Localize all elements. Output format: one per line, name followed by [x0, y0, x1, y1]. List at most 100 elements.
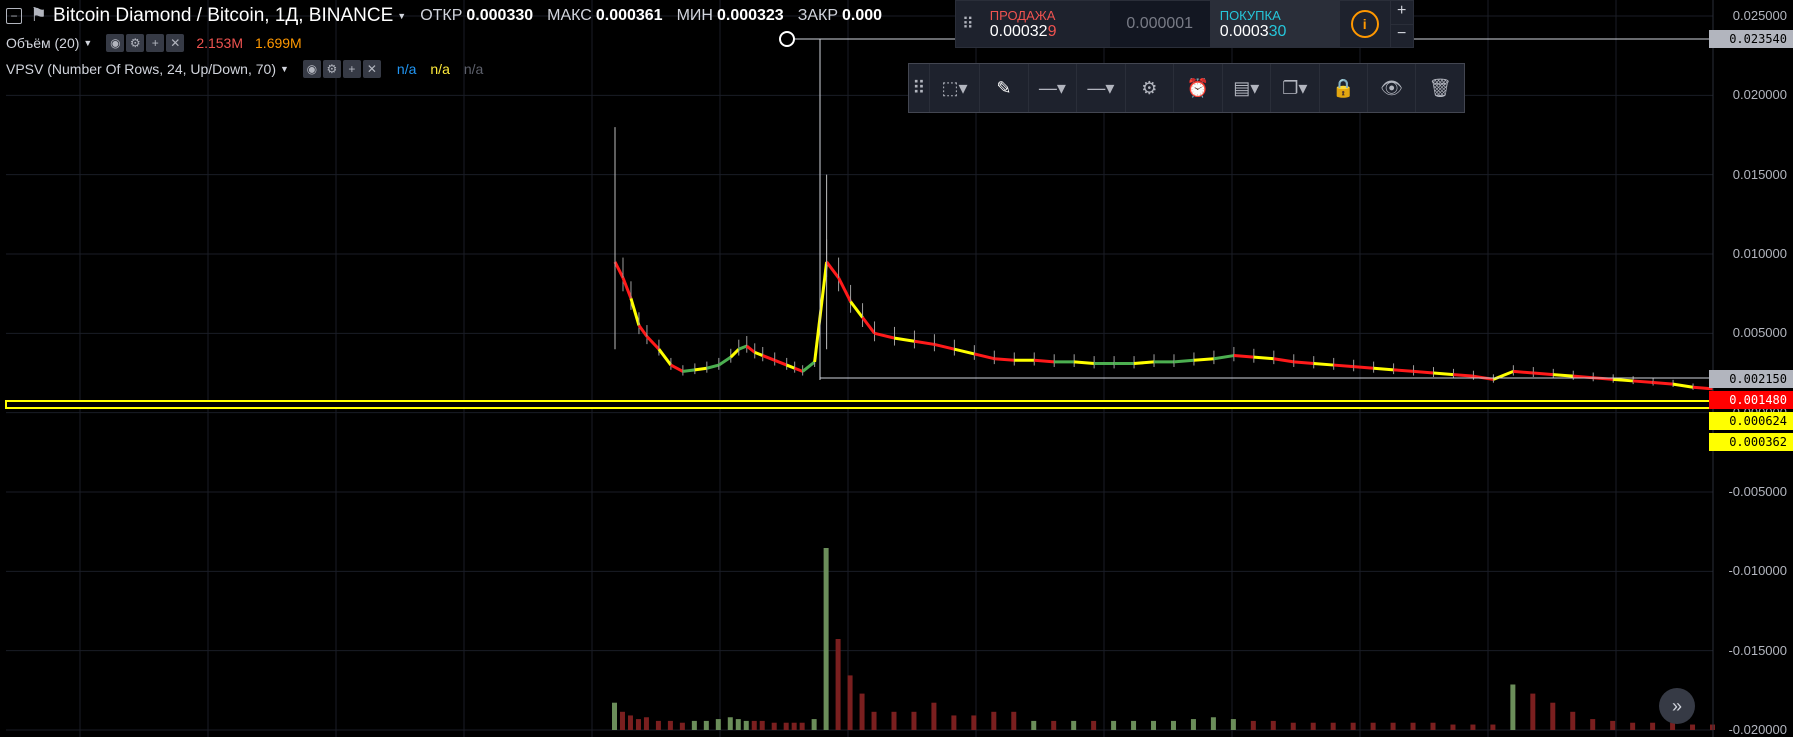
price-tick-label: -0.010000 [1728, 563, 1787, 579]
volume-bar [1290, 722, 1296, 730]
layers-icon[interactable]: ▤▾ [1223, 64, 1272, 112]
price-segment [1672, 382, 1694, 389]
line-width-icon[interactable]: ―▾ [1077, 64, 1126, 112]
plus-icon[interactable]: + [342, 60, 361, 78]
volume-bar [847, 675, 853, 730]
volume-bar [791, 722, 797, 730]
vpsv-legend: VPSV (Number Of Rows, 24, Up/Down, 70) ▼… [6, 60, 483, 78]
price-segment [1413, 369, 1434, 375]
buy-button[interactable]: ПОКУПКА 0.000330 [1209, 1, 1340, 47]
add-alert-icon[interactable]: ⏰ [1174, 64, 1223, 112]
volume-bar [743, 720, 749, 730]
buy-label: ПОКУПКА [1219, 7, 1281, 23]
volume-bar [635, 719, 641, 730]
volume-bar [703, 720, 709, 730]
pencil-icon[interactable]: ✎ [980, 64, 1029, 112]
drawing-toolbar: ⠿ ⬚▾ ✎ —▾ ―▾ ⚙ ⏰ ▤▾ ❐▾ 🔒 👁 🗑 [908, 63, 1465, 113]
price-segment [717, 355, 732, 367]
price-segment [1213, 354, 1235, 361]
trash-icon[interactable]: 🗑 [1416, 64, 1463, 112]
price-segment [1433, 371, 1454, 377]
info-icon[interactable]: i [1340, 1, 1390, 47]
vpsv-value-1: n/a [396, 61, 417, 77]
volume-bar [771, 722, 777, 730]
chevron-down-icon[interactable]: ▼ [83, 38, 92, 48]
price-segment [729, 348, 740, 359]
line-anchor-handle [779, 31, 795, 47]
price-segment [794, 366, 804, 373]
scroll-to-latest-button[interactable]: » [1659, 688, 1695, 724]
gear-icon[interactable]: ⚙ [126, 34, 145, 52]
eye-icon[interactable]: 👁 [1368, 64, 1417, 112]
price-segment [1193, 357, 1215, 362]
price-tick-label: 0.015000 [1732, 166, 1787, 182]
open-value: 0.000330 [466, 6, 534, 24]
price-tag-band-high: 0.000624 [1709, 412, 1793, 430]
close-icon[interactable]: ✕ [362, 60, 381, 78]
high-label: МАКС [547, 6, 592, 24]
price-segment [1633, 379, 1654, 385]
vpsv-title[interactable]: VPSV (Number Of Rows, 24, Up/Down, 70) [6, 61, 276, 77]
plus-icon[interactable]: + [146, 34, 165, 52]
symbol-title[interactable]: Bitcoin Diamond / Bitcoin, 1Д, BINANCE [53, 5, 393, 27]
volume-bar [1510, 684, 1516, 730]
drag-handle-icon[interactable]: ⠿ [909, 64, 930, 112]
price-segment [1333, 363, 1354, 369]
volume-bar [871, 711, 877, 730]
lock-icon[interactable]: 🔒 [1320, 64, 1368, 112]
price-segment [1034, 358, 1055, 364]
volume-bar [823, 548, 829, 730]
volume-bar [1071, 720, 1077, 730]
select-area-icon[interactable]: ⬚▾ [930, 64, 981, 112]
close-value: 0.000 [842, 6, 883, 24]
plus-button[interactable]: + [1390, 2, 1413, 25]
volume-bar [1610, 720, 1616, 730]
minus-button[interactable]: − [1391, 25, 1413, 47]
volume-bar [1210, 717, 1216, 730]
volume-title[interactable]: Объём (20) [6, 35, 79, 51]
volume-bar [679, 722, 685, 730]
sell-button[interactable]: ПРОДАЖА 0.000329 [980, 1, 1110, 47]
price-segment [1652, 381, 1674, 386]
price-segment [801, 360, 816, 373]
drag-handle-icon[interactable]: ⠿ [956, 1, 980, 47]
clone-icon[interactable]: ❐▾ [1271, 64, 1320, 112]
sell-label: ПРОДАЖА [989, 7, 1056, 23]
volume-bar [1270, 720, 1276, 730]
price-segment [813, 261, 829, 363]
price-segment [1373, 366, 1394, 372]
price-tag-support: 0.002150 [1709, 370, 1793, 388]
gear-icon[interactable]: ⚙ [1126, 64, 1175, 112]
close-label: ЗАКР [797, 6, 839, 24]
volume-bar [1650, 722, 1656, 730]
volume-value-1: 2.153M [196, 35, 244, 51]
volume-bar [1190, 719, 1196, 730]
price-segment [994, 357, 1015, 362]
volume-bar [991, 711, 997, 730]
volume-bars [612, 548, 1715, 730]
price-segment [914, 339, 935, 346]
chart-canvas[interactable] [0, 0, 1793, 737]
line-style-icon[interactable]: —▾ [1029, 64, 1078, 112]
spread-value: 0.000001 [1109, 1, 1210, 47]
collapse-icon[interactable]: − [6, 7, 22, 24]
eye-icon[interactable]: ◉ [106, 34, 125, 52]
volume-bar [1590, 719, 1596, 730]
close-icon[interactable]: ✕ [166, 34, 185, 52]
volume-bar [1570, 711, 1576, 730]
volume-bar [1350, 722, 1356, 730]
eye-icon[interactable]: ◉ [302, 60, 321, 78]
volume-bar [1550, 702, 1556, 730]
volume-bar [1630, 722, 1636, 730]
price-segment [745, 344, 756, 354]
gear-icon[interactable]: ⚙ [322, 60, 341, 78]
chevron-down-icon[interactable]: ▼ [280, 64, 289, 74]
price-segment [670, 363, 684, 373]
price-tick-label: 0.020000 [1732, 87, 1787, 103]
price-segment [1393, 368, 1414, 373]
vpsv-value-3: n/a [463, 61, 484, 77]
chevron-down-icon[interactable]: ▼ [397, 11, 406, 21]
flag-icon[interactable]: ⚑ [30, 4, 47, 27]
volume-bar [759, 720, 765, 730]
volume-bar [619, 711, 625, 730]
